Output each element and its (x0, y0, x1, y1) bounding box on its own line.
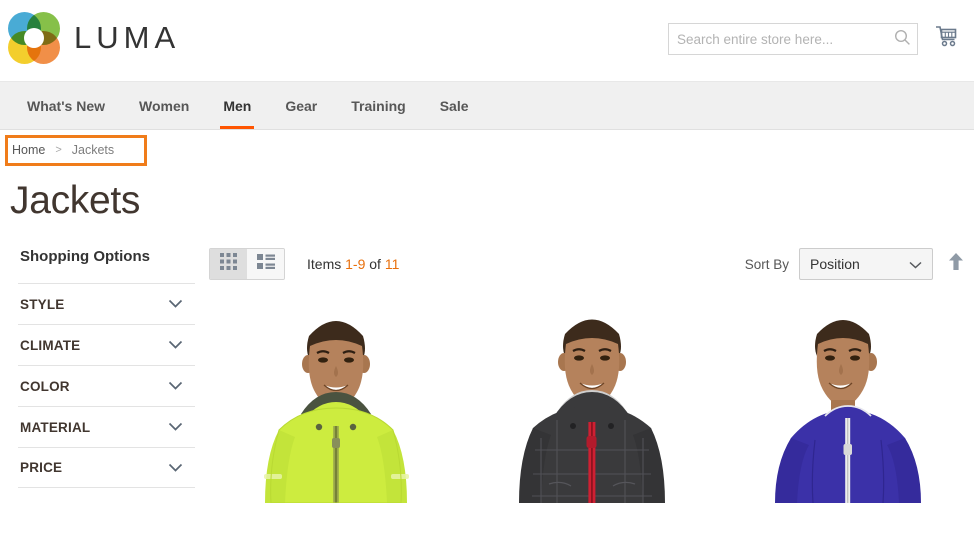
filter-style[interactable]: STYLE (18, 283, 195, 324)
product-list-content: Items 1-9 of 11 Sort By Position (195, 244, 974, 503)
item-count-middle: of (365, 256, 385, 272)
brand-name: LUMA (74, 20, 181, 55)
breadcrumb-home[interactable]: Home (12, 143, 45, 157)
chevron-down-icon (168, 295, 183, 313)
nav-label: What's New (27, 97, 106, 114)
sidebar-title: Shopping Options (20, 248, 150, 265)
chevron-down-icon (168, 377, 183, 395)
product-image-blue-track-jacket[interactable] (721, 298, 974, 503)
breadcrumb-separator-icon: > (55, 144, 62, 156)
main-navigation: What's New Women Men Gear Training Sale (0, 82, 974, 130)
product-item[interactable] (465, 298, 719, 503)
product-grid (209, 298, 974, 503)
item-count-prefix: Items (307, 256, 346, 272)
chevron-down-icon (168, 459, 183, 477)
nav-item-women[interactable]: Women (122, 82, 206, 129)
nav-item-gear[interactable]: Gear (268, 82, 334, 129)
nav-label: Men (223, 97, 252, 114)
search-icon (894, 29, 911, 49)
breadcrumb-zone: Home > Jackets (0, 130, 974, 174)
shopping-cart-icon (934, 25, 959, 51)
filter-label: MATERIAL (20, 419, 91, 435)
filter-color[interactable]: COLOR (18, 365, 195, 406)
logo[interactable]: LUMA (8, 12, 180, 64)
product-item[interactable] (209, 298, 463, 503)
nav-label: Women (139, 97, 190, 114)
filter-label: STYLE (20, 296, 65, 312)
item-count-range: 1-9 (345, 256, 366, 272)
arrow-up-icon (948, 252, 964, 276)
site-header: LUMA (0, 0, 974, 82)
product-image-black-quilted-puffer-jacket[interactable] (465, 298, 719, 503)
breadcrumb-current: Jackets (71, 143, 115, 157)
product-image-lime-green-hooded-jacket[interactable] (209, 298, 463, 503)
list-view-icon (256, 254, 275, 274)
product-toolbar: Items 1-9 of 11 Sort By Position (209, 244, 974, 284)
filter-label: PRICE (20, 460, 63, 475)
filter-material[interactable]: MATERIAL (18, 406, 195, 447)
sort-direction-button[interactable] (945, 251, 967, 277)
chevron-down-icon (168, 418, 183, 436)
search-box[interactable] (668, 23, 918, 55)
nav-label: Sale (439, 97, 469, 114)
filter-price[interactable]: PRICE (18, 447, 195, 488)
nav-item-training[interactable]: Training (334, 82, 422, 129)
nav-label: Gear (285, 97, 318, 114)
main-area: Shopping Options STYLE CLIMATE COLOR MAT… (0, 228, 974, 503)
sort-by-value: Position (810, 256, 860, 272)
sort-by-select[interactable]: Position (799, 248, 933, 280)
grid-view-icon (220, 253, 237, 275)
cart-button[interactable] (930, 22, 962, 54)
item-count: Items 1-9 of 11 (307, 256, 399, 272)
product-item[interactable] (721, 298, 974, 503)
page-title: Jackets (10, 179, 141, 222)
search-input[interactable] (669, 24, 887, 54)
search-button[interactable] (887, 24, 917, 54)
luma-circles-logo (8, 12, 60, 64)
view-mode-switcher (209, 248, 285, 280)
chevron-down-icon (168, 336, 183, 354)
filter-label: COLOR (20, 378, 70, 394)
filter-label: CLIMATE (20, 337, 81, 353)
shopping-options-sidebar: Shopping Options STYLE CLIMATE COLOR MAT… (0, 244, 195, 503)
nav-item-whats-new[interactable]: What's New (10, 82, 122, 129)
chevron-down-icon (909, 256, 922, 272)
nav-label: Training (351, 97, 406, 114)
item-count-total: 11 (384, 256, 400, 272)
sort-by-label: Sort By (744, 256, 789, 272)
sort-controls: Sort By Position (745, 248, 967, 280)
nav-item-men[interactable]: Men (206, 82, 268, 129)
breadcrumb: Home > Jackets (12, 143, 114, 157)
filter-climate[interactable]: CLIMATE (18, 324, 195, 365)
grid-view-button[interactable] (210, 249, 247, 279)
list-view-button[interactable] (247, 249, 284, 279)
nav-item-sale[interactable]: Sale (423, 82, 486, 129)
